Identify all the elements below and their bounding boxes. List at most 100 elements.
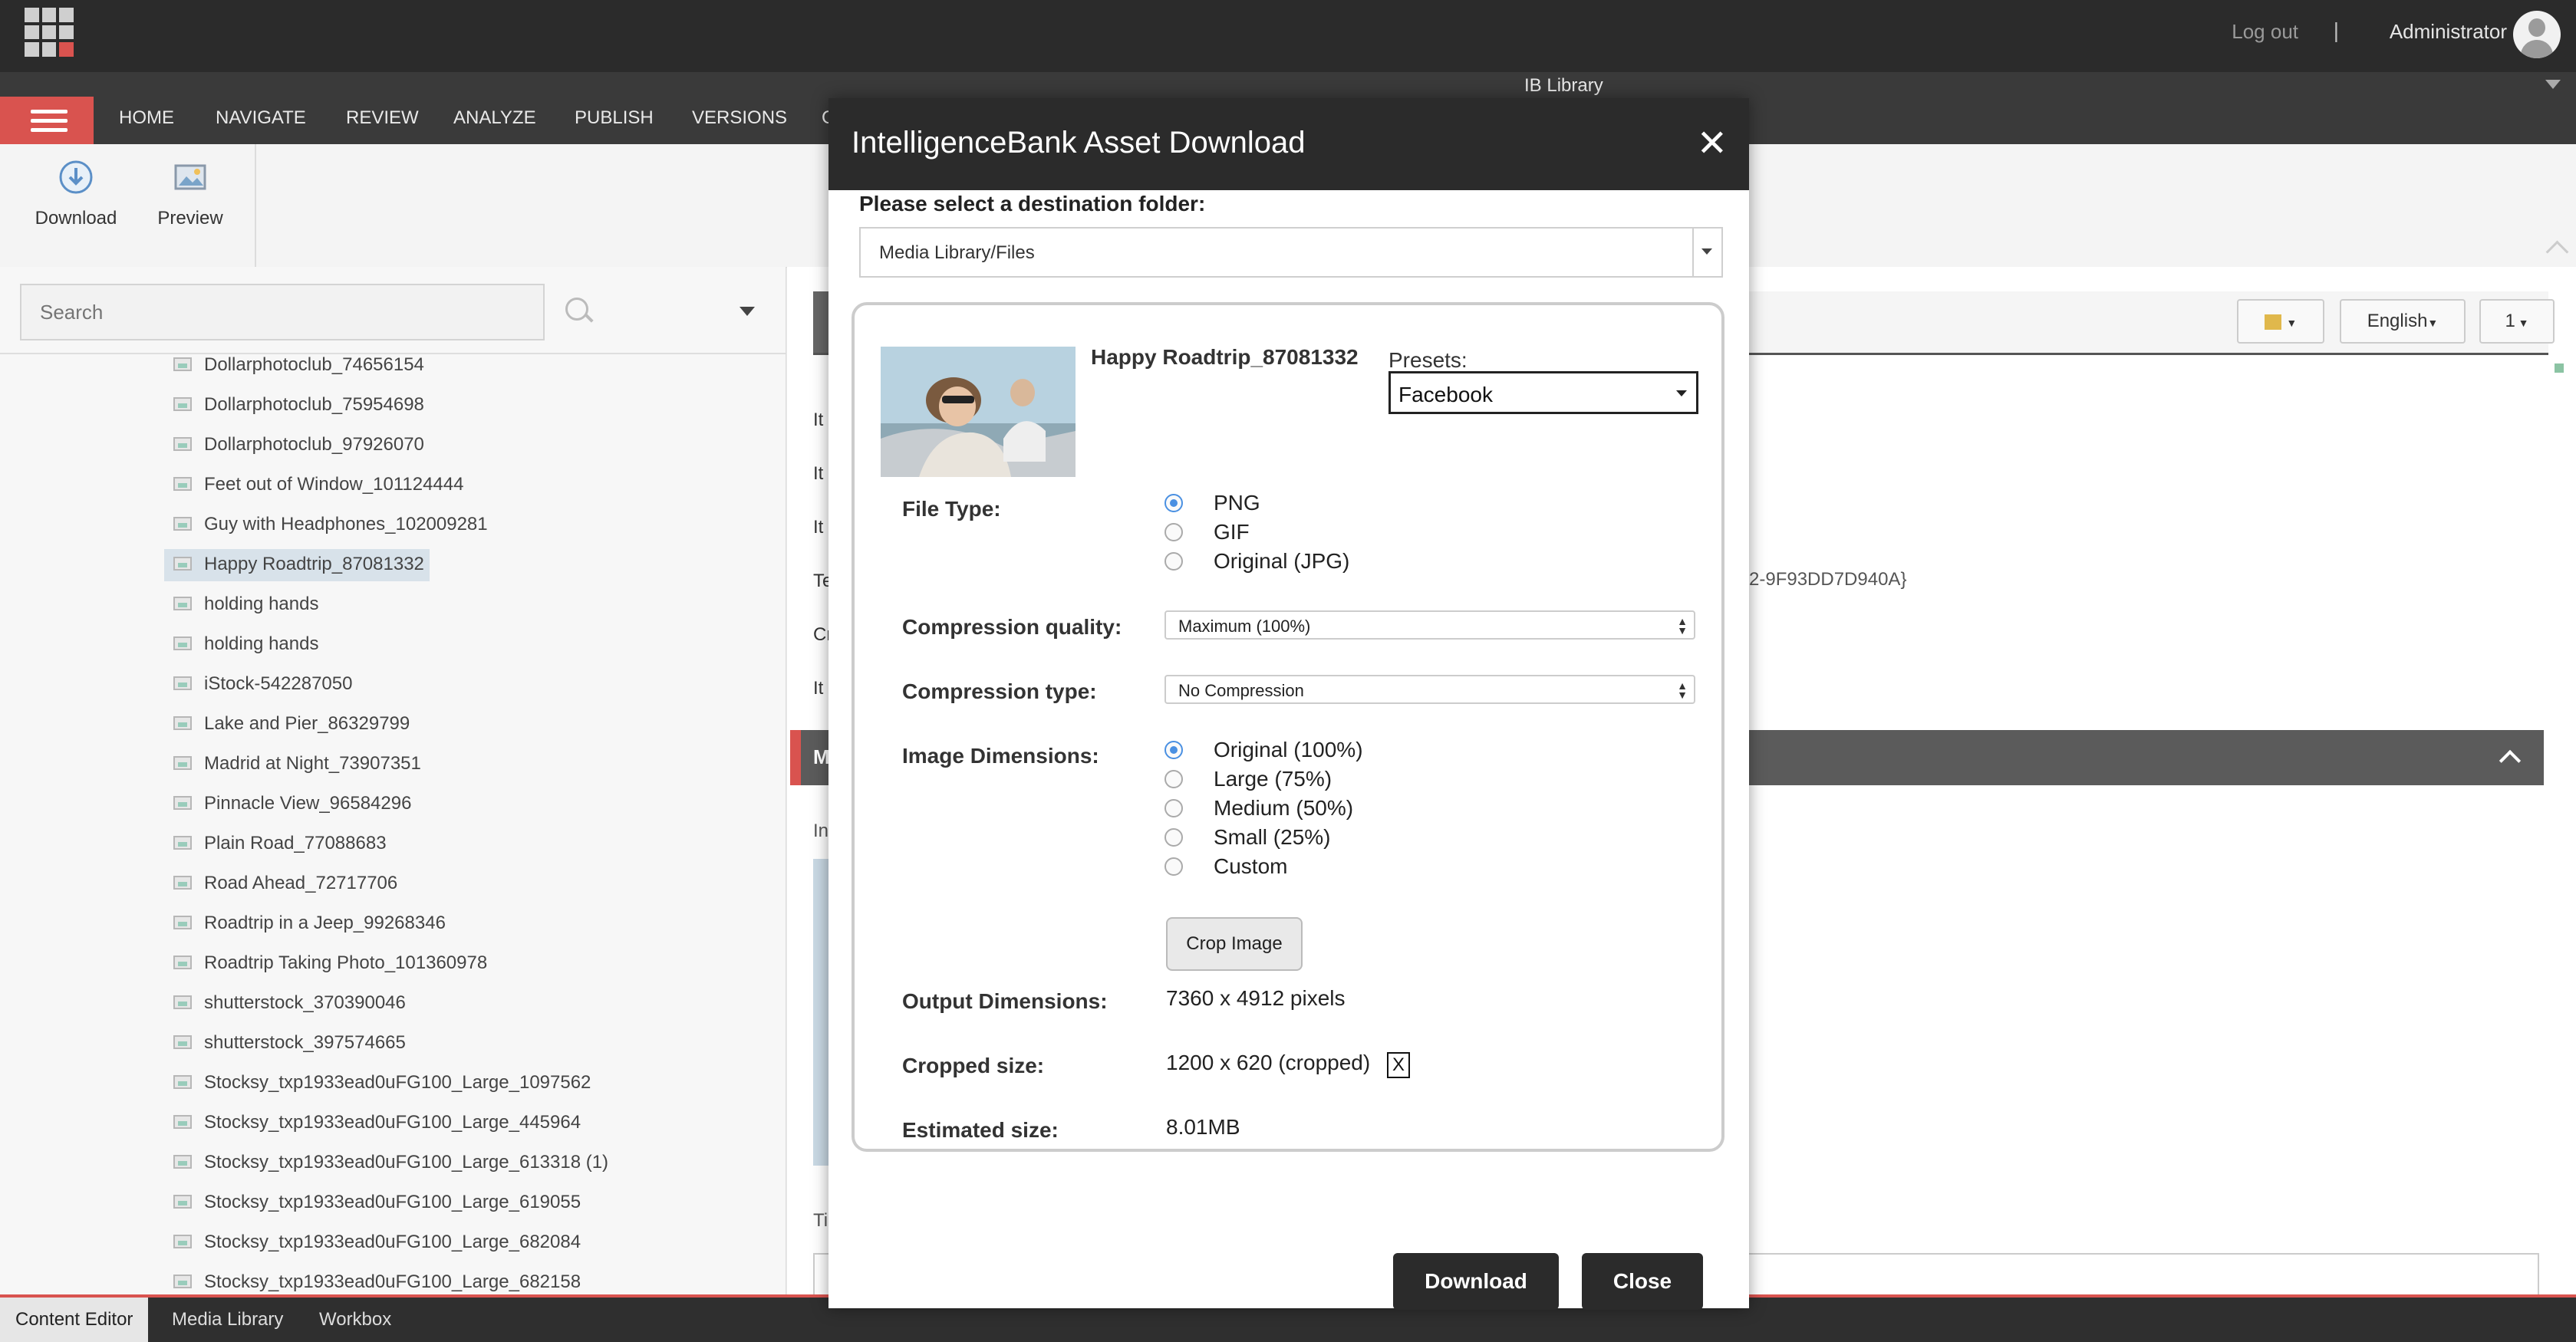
tree-item[interactable]: Happy Roadtrip_87081332	[164, 549, 430, 581]
language-value: English	[2367, 311, 2428, 331]
ribbon-preview-label: Preview	[157, 208, 223, 229]
field-label: It	[813, 463, 824, 484]
tree-item-label: Pinnacle View_96584296	[204, 793, 412, 814]
tab-content-editor[interactable]: Content Editor	[0, 1298, 149, 1342]
image-icon	[173, 796, 192, 810]
image-icon	[173, 557, 192, 571]
tree-item-label: Roadtrip in a Jeep_99268346	[204, 913, 446, 933]
ribbon-download-button[interactable]: Download	[26, 160, 126, 229]
radio-dimension-original[interactable]	[1164, 741, 1183, 759]
chevron-down-icon: ▼	[2515, 317, 2529, 329]
image-icon	[173, 597, 192, 610]
destination-dropdown-button[interactable]	[1692, 229, 1721, 276]
download-button[interactable]: Download	[1393, 1253, 1559, 1310]
image-icon	[173, 836, 192, 850]
version-select[interactable]: 1 ▼	[2479, 299, 2555, 344]
search-box[interactable]	[20, 284, 545, 340]
radio-dimension-medium[interactable]	[1164, 799, 1183, 817]
user-name[interactable]: Administrator	[2390, 20, 2507, 44]
chevron-down-icon: ▼	[2427, 317, 2439, 329]
presets-value: Facebook	[1398, 383, 1493, 406]
tree-item-label: shutterstock_397574665	[204, 1032, 406, 1053]
select-arrows-icon: ▲ ▼	[1677, 615, 1688, 636]
ribbon-collapse-icon[interactable]	[2545, 80, 2561, 89]
radio-original-jpg[interactable]	[1164, 552, 1183, 571]
file-type-original-label: Original (JPG)	[1214, 549, 1350, 573]
menu-button[interactable]	[0, 97, 94, 144]
save-options-button[interactable]: ▼	[2237, 299, 2324, 344]
dimension-medium-label: Medium (50%)	[1214, 796, 1354, 820]
image-icon	[173, 756, 192, 770]
dimension-custom-label: Custom	[1214, 854, 1288, 878]
tree-item-label: Stocksy_txp1933ead0uFG100_Large_613318 (…	[204, 1152, 609, 1173]
asset-name: Happy Roadtrip_87081332	[1091, 345, 1359, 369]
tree-item-label: Plain Road_77088683	[204, 833, 387, 854]
crop-image-button[interactable]: Crop Image	[1166, 917, 1303, 971]
radio-dimension-large[interactable]	[1164, 770, 1183, 788]
radio-gif[interactable]	[1164, 523, 1183, 541]
close-button[interactable]: Close	[1582, 1253, 1703, 1310]
field-label: It	[813, 410, 824, 430]
destination-label: Please select a destination folder:	[859, 192, 1206, 215]
tab-review[interactable]: REVIEW	[346, 107, 419, 129]
tree-item-label: Happy Roadtrip_87081332	[204, 554, 424, 574]
tab-navigate[interactable]: NAVIGATE	[216, 107, 306, 129]
preview-icon	[140, 160, 240, 200]
file-type-png-label: PNG	[1214, 491, 1260, 515]
compression-type-select[interactable]: No Compression ▲ ▼	[1164, 675, 1695, 704]
tab-analyze[interactable]: ANALYZE	[453, 107, 536, 129]
tree-item-label: Road Ahead_72717706	[204, 873, 398, 893]
presets-label: Presets:	[1388, 348, 1468, 372]
image-icon	[173, 995, 192, 1009]
tab-versions[interactable]: VERSIONS	[692, 107, 787, 129]
validation-indicator	[2555, 363, 2564, 373]
app-launcher-icon[interactable]	[25, 8, 74, 57]
compression-type-value: No Compression	[1178, 681, 1304, 700]
asset-download-dialog: IntelligenceBank Asset Download ✕ Please…	[828, 98, 1749, 1310]
image-icon	[173, 357, 192, 371]
image-icon	[173, 1275, 192, 1288]
tree-item-label: Guy with Headphones_102009281	[204, 514, 488, 534]
image-icon	[173, 1075, 192, 1089]
ribbon-preview-button[interactable]: Preview	[140, 160, 240, 229]
radio-dimension-custom[interactable]	[1164, 857, 1183, 876]
image-icon	[173, 1195, 192, 1209]
ribbon-divider	[255, 144, 256, 267]
avatar[interactable]	[2513, 11, 2561, 58]
clear-crop-button[interactable]: X	[1387, 1052, 1410, 1078]
field-label: It	[813, 517, 824, 538]
close-icon[interactable]: ✕	[1697, 126, 1728, 163]
tree-item-label: shutterstock_370390046	[204, 992, 406, 1013]
language-select[interactable]: English▼	[2340, 299, 2466, 344]
tree-item-label: Madrid at Night_73907351	[204, 753, 421, 774]
top-bar	[0, 0, 2576, 72]
search-options-chevron-down-icon[interactable]	[740, 307, 755, 316]
compression-quality-select[interactable]: Maximum (100%) ▲ ▼	[1164, 610, 1695, 640]
tab-media-library[interactable]: Media Library	[156, 1298, 298, 1342]
image-icon	[173, 916, 192, 929]
search-icon[interactable]	[565, 298, 588, 321]
tree-item-label: Stocksy_txp1933ead0uFG100_Large_445964	[204, 1112, 581, 1133]
presets-select[interactable]: Facebook	[1388, 371, 1698, 414]
tab-workbox[interactable]: Workbox	[304, 1298, 407, 1342]
section-accent	[790, 730, 801, 785]
tree-item-label: Dollarphotoclub_74656154	[204, 354, 424, 375]
content-tree-panel	[0, 267, 786, 1294]
image-icon	[173, 636, 192, 650]
image-icon	[173, 397, 192, 411]
compression-type-label: Compression type:	[902, 679, 1097, 703]
image-icon	[173, 437, 192, 451]
asset-thumbnail	[881, 347, 1076, 477]
destination-folder-select[interactable]: Media Library/Files	[859, 227, 1723, 278]
tree-item-label: Dollarphotoclub_97926070	[204, 434, 424, 455]
tab-publish[interactable]: PUBLISH	[575, 107, 654, 129]
compression-quality-label: Compression quality:	[902, 615, 1122, 639]
tab-home[interactable]: HOME	[119, 107, 174, 129]
item-id-value: 2-9F93DD7D940A}	[1749, 569, 1907, 590]
logout-link[interactable]: Log out	[2232, 20, 2298, 44]
search-input[interactable]	[21, 285, 543, 339]
radio-dimension-small[interactable]	[1164, 828, 1183, 847]
image-icon	[173, 876, 192, 890]
library-title: IB Library	[1524, 75, 1603, 96]
radio-png[interactable]	[1164, 494, 1183, 512]
